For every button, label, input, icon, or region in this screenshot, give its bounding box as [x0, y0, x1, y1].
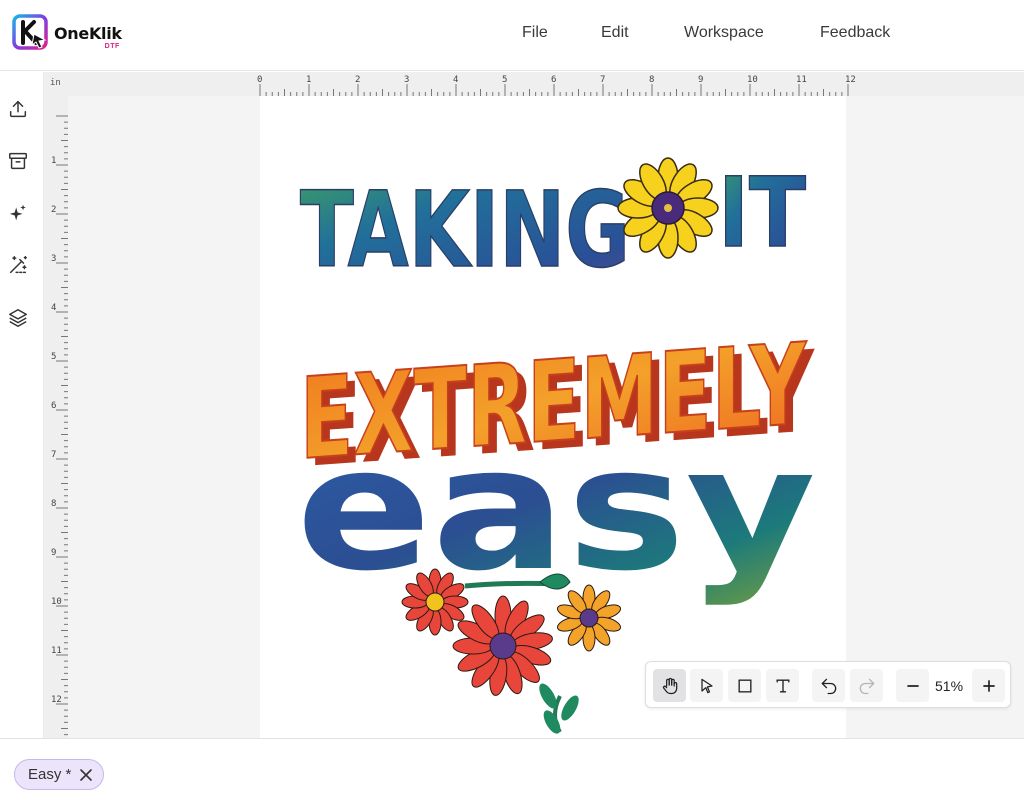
ruler-label: 6: [551, 75, 556, 85]
undo-button[interactable]: [812, 669, 845, 702]
ruler-label: 9: [51, 548, 56, 558]
ruler-vertical-svg: 12345678910111213: [51, 115, 68, 736]
ruler-label: 4: [51, 303, 56, 313]
sidebar-item-layers[interactable]: [6, 306, 30, 330]
document-tabs-bar: Easy *: [0, 738, 1024, 807]
rectangle-tool-button[interactable]: [728, 669, 761, 702]
pointer-icon: [700, 678, 713, 693]
ruler-label: 1: [306, 75, 311, 85]
menu-workspace[interactable]: Workspace: [684, 24, 764, 42]
magic-wand-icon: [9, 256, 27, 274]
ruler-label: 7: [600, 75, 605, 85]
menu-feedback[interactable]: Feedback: [820, 24, 890, 42]
canvas-toolbar: 51%: [645, 661, 1011, 708]
canvas-workspace[interactable]: in 0123456789101112 12345678910111213: [44, 72, 1024, 738]
logo-name: OneKlik: [54, 23, 122, 43]
ruler-label: 11: [51, 646, 62, 656]
document-tab[interactable]: Easy *: [14, 759, 105, 790]
top-bar: OneKlik DTF File Edit Workspace Feedback: [0, 0, 1024, 71]
hand-tool-button[interactable]: [653, 669, 686, 702]
ruler-label: 1: [51, 156, 56, 166]
hand-icon: [662, 677, 677, 694]
ruler-horizontal-svg: 0 1 2 3 4 5 6 7 8 9 10 11 12: [257, 75, 856, 96]
select-tool-button[interactable]: [690, 669, 723, 702]
ruler-vertical: 12345678910111213: [44, 96, 68, 738]
archive-icon: [9, 152, 27, 170]
sparkles-icon: [9, 204, 26, 221]
sidebar-item-upload[interactable]: [6, 97, 30, 121]
text-icon: [776, 679, 789, 692]
ruler-label: 8: [51, 499, 56, 509]
document-tab-label: Easy *: [28, 766, 72, 783]
menu-file[interactable]: File: [522, 24, 548, 42]
plus-icon: [982, 679, 995, 692]
ruler-label: 2: [355, 75, 360, 85]
sidebar-item-archive[interactable]: [6, 149, 30, 173]
ruler-label: 6: [51, 401, 56, 411]
ruler-label: 5: [502, 75, 507, 85]
zoom-in-button[interactable]: [972, 669, 1005, 702]
menu-edit[interactable]: Edit: [601, 24, 629, 42]
zoom-level: 51%: [935, 678, 964, 694]
ruler-label: 10: [747, 75, 758, 85]
ruler-label: 7: [51, 450, 56, 460]
ruler-label: 3: [51, 254, 56, 264]
ruler-label: 5: [51, 352, 56, 362]
undo-icon: [821, 678, 836, 694]
redo-button[interactable]: [850, 669, 883, 702]
ruler-label: 12: [845, 75, 856, 85]
text-tool-button[interactable]: [766, 669, 799, 702]
ruler-label: 8: [649, 75, 654, 85]
app-logo[interactable]: OneKlik DTF: [12, 14, 122, 52]
ruler-label: 9: [698, 75, 703, 85]
redo-icon: [859, 678, 874, 694]
sidebar-item-magic-wand[interactable]: [6, 253, 30, 277]
artboard[interactable]: TAKING IT EXTREMELY EXTREMELY easy: [260, 96, 846, 738]
logo-sub: DTF: [104, 42, 120, 50]
close-icon[interactable]: [79, 768, 93, 782]
zoom-out-button[interactable]: [896, 669, 929, 702]
design-artwork[interactable]: TAKING IT EXTREMELY EXTREMELY easy: [260, 96, 846, 738]
ruler-label: 11: [796, 75, 807, 85]
sunflower-icon: [617, 157, 719, 259]
square-icon: [738, 679, 751, 692]
ruler-label: 4: [453, 75, 458, 85]
ruler-label: 3: [404, 75, 409, 85]
artwork-line-it: IT: [718, 157, 806, 269]
left-sidebar: [0, 72, 44, 738]
ruler-label: 2: [51, 205, 56, 215]
sidebar-item-ai-generate[interactable]: [6, 201, 30, 225]
artwork-line-taking: TAKING: [300, 169, 630, 291]
ruler-horizontal: 0 1 2 3 4 5 6 7 8 9 10 11 12: [68, 72, 1024, 96]
upload-icon: [9, 100, 27, 118]
ruler-unit: in: [44, 72, 68, 96]
oneklik-logo-icon: [12, 14, 48, 50]
ruler-label: 0: [257, 75, 262, 85]
ruler-label: 10: [51, 597, 62, 607]
ruler-label: 12: [51, 695, 62, 705]
layers-icon: [9, 309, 27, 327]
minus-icon: [906, 684, 919, 687]
